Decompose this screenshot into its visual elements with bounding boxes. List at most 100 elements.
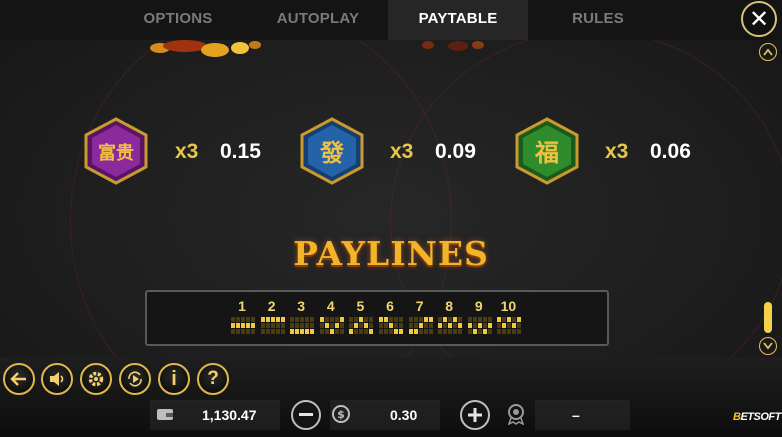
- payline-cell: [310, 323, 315, 328]
- payline-cell: [364, 329, 369, 334]
- payline-pattern: [497, 317, 522, 334]
- payline-cell: [310, 317, 315, 322]
- payline-4: 4: [319, 298, 344, 334]
- payline-cell: [448, 329, 453, 334]
- payline-cell: [319, 329, 324, 334]
- payline-cell: [290, 317, 295, 322]
- tab-options[interactable]: OPTIONS: [108, 0, 248, 40]
- payline-cell: [418, 323, 423, 328]
- payline-cell: [265, 317, 270, 322]
- payline-cell: [354, 317, 359, 322]
- payline-cell: [295, 323, 300, 328]
- payline-cell: [246, 317, 250, 322]
- tab-rules[interactable]: RULES: [528, 0, 668, 40]
- payline-3: 3: [290, 298, 315, 334]
- purple-tile-icon: 富贵: [84, 117, 148, 185]
- payline-cell: [354, 329, 359, 334]
- chevron-up-icon: [763, 48, 773, 56]
- payline-number: 8: [445, 298, 454, 314]
- art-fragment: [422, 41, 484, 51]
- payline-cell: [477, 329, 482, 334]
- payline-cell: [394, 323, 398, 328]
- payline-cell: [324, 323, 329, 328]
- payline-number: 2: [267, 298, 276, 314]
- payline-cell: [236, 323, 240, 328]
- payline-cell: [305, 329, 310, 334]
- payline-cell: [512, 317, 517, 322]
- payline-cell: [310, 329, 315, 334]
- payline-cell: [300, 317, 305, 322]
- close-button[interactable]: ✕: [741, 1, 777, 37]
- payline-cell: [438, 317, 443, 322]
- payline-cell: [339, 323, 344, 328]
- payline-cell: [260, 317, 265, 322]
- payline-cell: [408, 317, 413, 322]
- chevron-down-icon: [763, 342, 773, 350]
- payline-cell: [241, 323, 245, 328]
- tab-autoplay[interactable]: AUTOPLAY: [248, 0, 388, 40]
- win-award-icon: [507, 404, 525, 425]
- payline-cell: [517, 323, 522, 328]
- payline-cell: [275, 329, 280, 334]
- decrease-bet-button[interactable]: [291, 400, 321, 430]
- symbol-payout: 0.15: [220, 140, 261, 163]
- payline-cell: [364, 317, 369, 322]
- payline-cell: [467, 317, 472, 322]
- payline-pattern: [467, 317, 492, 334]
- help-icon: ?: [207, 368, 219, 389]
- payline-cell: [438, 329, 443, 334]
- scroll-down-button[interactable]: [759, 337, 777, 355]
- payline-cell: [418, 329, 423, 334]
- payline-cell: [300, 329, 305, 334]
- payline-cell: [418, 317, 423, 322]
- payline-cell: [428, 329, 433, 334]
- payline-cell: [472, 323, 477, 328]
- payline-cell: [502, 329, 507, 334]
- payline-pattern: [319, 317, 344, 334]
- settings-button[interactable]: [80, 363, 112, 395]
- info-button[interactable]: i: [158, 363, 190, 395]
- payline-number: 4: [326, 298, 335, 314]
- payline-cell: [280, 317, 285, 322]
- help-button[interactable]: ?: [197, 363, 229, 395]
- payline-cell: [389, 323, 393, 328]
- payline-cell: [443, 323, 448, 328]
- payline-cell: [295, 329, 300, 334]
- scrollbar-thumb[interactable]: [764, 302, 772, 333]
- payline-cell: [497, 323, 502, 328]
- back-button[interactable]: [3, 363, 35, 395]
- payline-cell: [241, 329, 245, 334]
- payline-2: 2: [260, 298, 285, 334]
- payline-cell: [443, 329, 448, 334]
- autoplay-button[interactable]: [119, 363, 151, 395]
- payline-cell: [251, 329, 255, 334]
- payline-cell: [324, 317, 329, 322]
- payline-cell: [305, 317, 310, 322]
- payline-cell: [265, 323, 270, 328]
- scroll-up-button[interactable]: [759, 43, 777, 61]
- payline-cell: [280, 329, 285, 334]
- payline-cell: [399, 317, 403, 322]
- payline-cell: [487, 329, 492, 334]
- increase-bet-button[interactable]: [460, 400, 490, 430]
- payline-cell: [438, 323, 443, 328]
- tab-paytable[interactable]: PAYTABLE: [388, 0, 528, 40]
- symbol-glyph: 福: [534, 139, 559, 167]
- payline-cell: [275, 323, 280, 328]
- payline-cell: [467, 329, 472, 334]
- payline-cell: [384, 329, 388, 334]
- symbol-payout: 0.09: [435, 140, 476, 163]
- payline-cell: [453, 329, 458, 334]
- payline-cell: [334, 329, 339, 334]
- payline-cell: [334, 323, 339, 328]
- coins-icon: $: [332, 405, 350, 423]
- payline-cell: [251, 317, 255, 322]
- sound-button[interactable]: [41, 363, 73, 395]
- payline-pattern: [438, 317, 463, 334]
- payline-cell: [423, 329, 428, 334]
- payline-cell: [334, 317, 339, 322]
- payline-cell: [241, 317, 245, 322]
- payline-cell: [300, 323, 305, 328]
- payline-cell: [443, 317, 448, 322]
- payline-number: 10: [500, 298, 517, 314]
